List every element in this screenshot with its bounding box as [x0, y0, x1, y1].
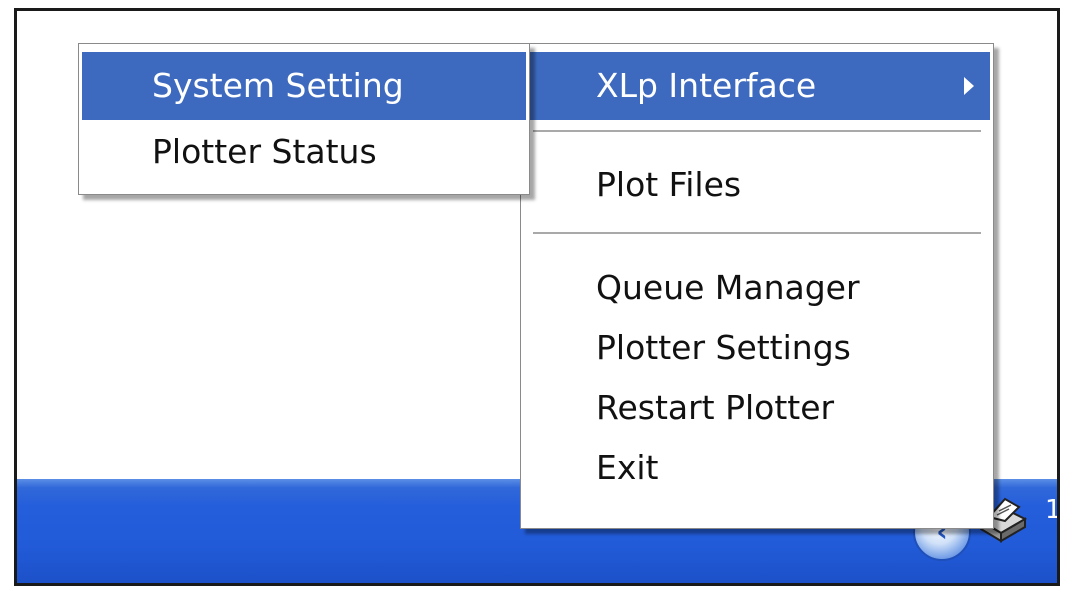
menu-item-plot-files[interactable]: Plot Files — [524, 154, 990, 216]
menu-item-restart-plotter[interactable]: Restart Plotter — [524, 378, 990, 438]
xlp-interface-submenu: System Setting Plotter Status — [78, 43, 530, 195]
menu-item-plotter-status[interactable]: Plotter Status — [82, 120, 526, 184]
menu-item-exit[interactable]: Exit — [524, 438, 990, 498]
menu-item-label: Plotter Status — [152, 132, 377, 171]
menu-item-label: Plot Files — [596, 165, 742, 204]
submenu-arrow-icon — [964, 77, 974, 95]
menu-item-system-setting[interactable]: System Setting — [82, 52, 526, 120]
menu-separator — [533, 130, 981, 132]
screenshot-frame: ‹ 1 XLp Interface Plot Files Queue Manag… — [14, 8, 1060, 586]
menu-item-xlp-interface[interactable]: XLp Interface — [524, 52, 990, 120]
tray-context-menu: XLp Interface Plot Files Queue Manager P… — [520, 43, 994, 529]
menu-item-queue-manager[interactable]: Queue Manager — [524, 258, 990, 318]
tray-clock: 1 — [1045, 495, 1060, 525]
menu-item-label: System Setting — [152, 66, 404, 105]
menu-separator — [533, 232, 981, 234]
menu-item-label: XLp Interface — [596, 66, 817, 105]
menu-item-plotter-settings[interactable]: Plotter Settings — [524, 318, 990, 378]
menu-item-label: Exit — [596, 448, 659, 487]
menu-item-label: Restart Plotter — [596, 388, 835, 427]
menu-item-label: Queue Manager — [596, 268, 860, 307]
menu-item-label: Plotter Settings — [596, 328, 851, 367]
